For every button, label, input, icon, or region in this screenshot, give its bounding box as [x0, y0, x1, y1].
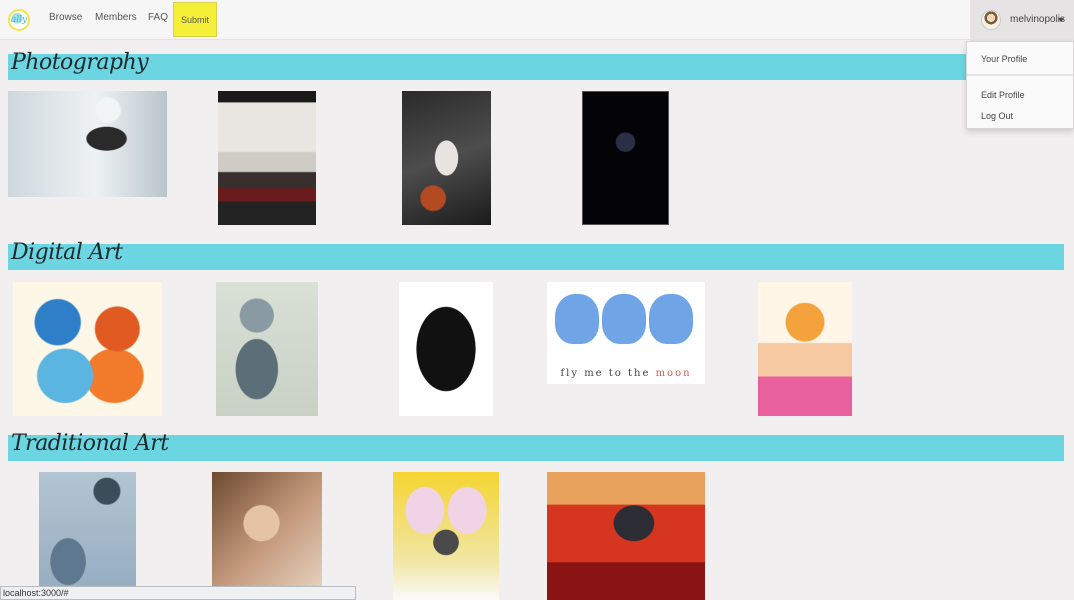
artwork-thumbnail[interactable]: fly me to the moon: [547, 282, 705, 384]
section-header-digital-art: Digital Art: [8, 240, 1064, 270]
artwork-thumbnail[interactable]: [402, 91, 491, 225]
navbar: ally Browse Members FAQ Submit melvinopo…: [0, 0, 1074, 41]
avatar: [981, 10, 1001, 30]
section-title: Traditional Art: [11, 431, 169, 456]
artwork-thumbnail[interactable]: [758, 282, 852, 416]
artwork-caption-highlight: moon: [655, 368, 692, 379]
menu-item-edit-profile[interactable]: Edit Profile: [981, 90, 1025, 100]
section-header-traditional-art: Traditional Art: [8, 431, 1064, 461]
submit-button[interactable]: Submit: [173, 2, 217, 37]
section-header-photography: Photography: [8, 50, 966, 80]
artwork-thumbnail[interactable]: [13, 282, 162, 416]
nav-faq[interactable]: FAQ: [148, 12, 168, 23]
nav-browse[interactable]: Browse: [49, 12, 82, 23]
menu-item-log-out[interactable]: Log Out: [981, 111, 1013, 121]
artwork-thumbnail[interactable]: [393, 472, 499, 600]
artwork-figure: [555, 294, 599, 344]
browser-status-url: localhost:3000/#: [0, 586, 356, 600]
site-logo[interactable]: ally: [8, 9, 30, 31]
artwork-thumbnail[interactable]: [212, 472, 322, 600]
artwork-thumbnail[interactable]: [547, 472, 705, 600]
artwork-figure: [649, 294, 693, 344]
user-menu-toggle[interactable]: melvinopolis: [970, 0, 1074, 41]
artwork-caption: fly me to the moon: [547, 368, 705, 379]
menu-divider: [967, 74, 1073, 76]
artwork-figure: [602, 294, 646, 344]
artwork-thumbnail[interactable]: [216, 282, 318, 416]
section-title: Digital Art: [11, 240, 123, 265]
username-label: melvinopolis: [1010, 14, 1066, 25]
artwork-caption-text: fly me to the: [560, 368, 656, 379]
artwork-thumbnail[interactable]: [582, 91, 669, 225]
caret-down-icon: [1058, 18, 1064, 22]
section-title: Photography: [11, 50, 149, 75]
artwork-thumbnail[interactable]: [39, 472, 136, 600]
artwork-thumbnail[interactable]: [218, 91, 316, 225]
menu-item-your-profile[interactable]: Your Profile: [981, 54, 1027, 64]
nav-members[interactable]: Members: [95, 12, 137, 23]
artwork-thumbnail[interactable]: [8, 91, 167, 197]
user-dropdown-menu: Your Profile Edit Profile Log Out: [966, 41, 1074, 129]
artwork-thumbnail[interactable]: [399, 282, 493, 416]
